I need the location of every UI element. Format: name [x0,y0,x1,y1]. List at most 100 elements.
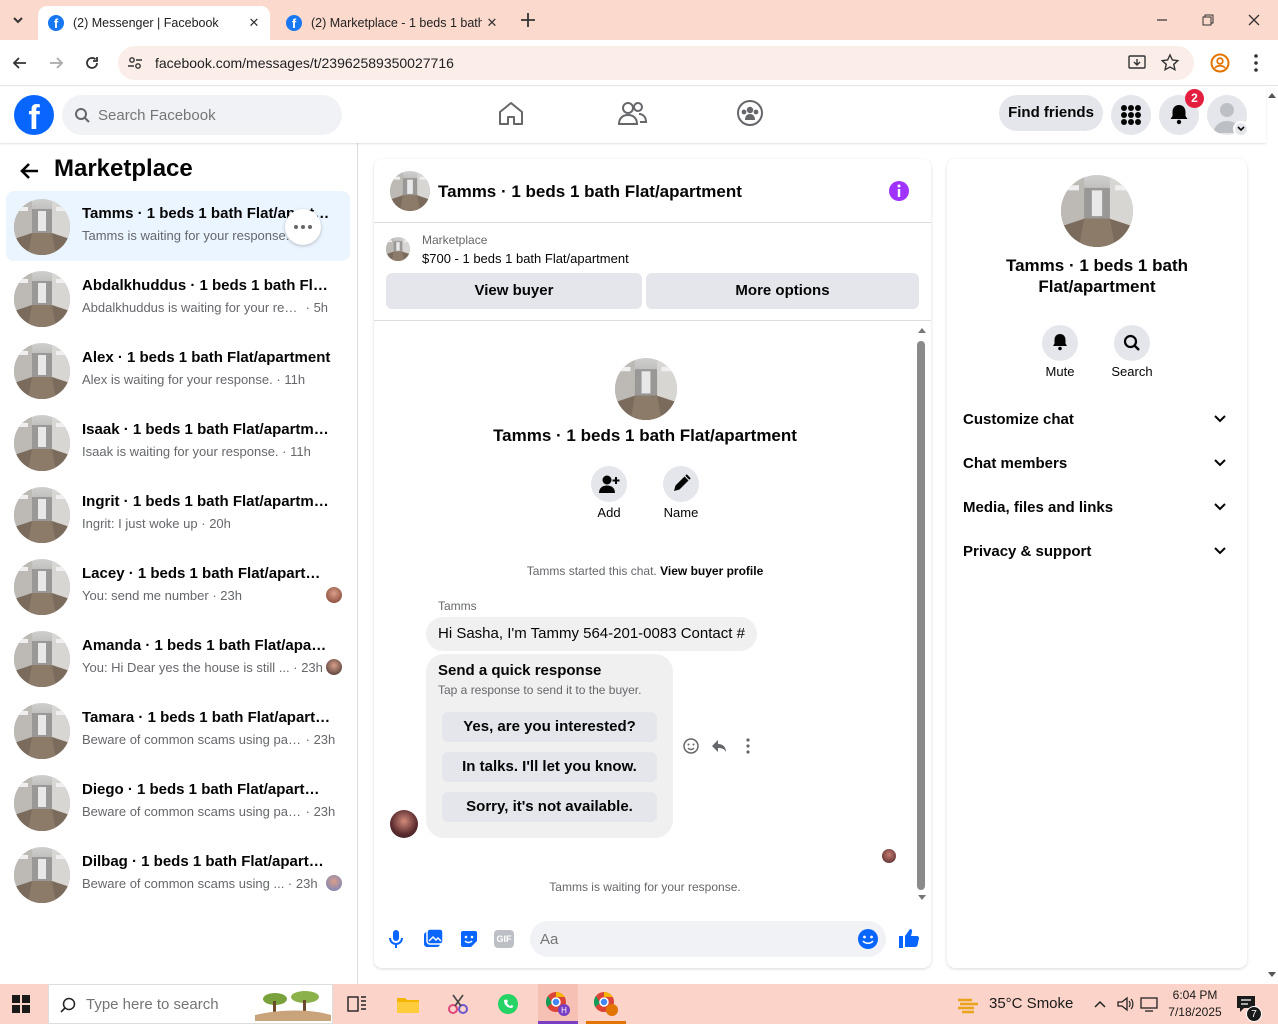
conversation-item[interactable]: Tamms · 1 beds 1 bath Flat/apartment Tamm… [6,191,350,261]
whatsapp-icon[interactable] [496,992,520,1016]
forward-icon[interactable] [46,53,66,73]
quick-response-button[interactable]: Yes, are you interested? [442,712,657,742]
reply-icon[interactable] [710,737,728,755]
page-scroll-down-icon[interactable] [1266,970,1278,980]
conversation-item[interactable]: Abdalkhuddus · 1 beds 1 bath Flat/apartm… [6,263,350,333]
gif-icon[interactable]: GIF [494,930,514,948]
conversation-thumbnail [14,199,70,255]
page-scroll-up-icon[interactable] [1266,90,1278,100]
conversation-item[interactable]: Alex · 1 beds 1 bath Flat/apartment Alex … [6,335,350,405]
conversation-item[interactable]: Tamara · 1 beds 1 bath Flat/apartment Bew… [6,695,350,765]
sender-avatar[interactable] [390,810,418,838]
site-settings-icon[interactable] [126,54,144,72]
tab-marketplace[interactable]: f (2) Marketplace - 1 beds 1 bath ✕ [276,6,508,40]
account-chevron-icon[interactable] [1233,121,1249,137]
search-box[interactable] [62,95,342,135]
conversation-item[interactable]: Ingrit · 1 beds 1 bath Flat/apartment Ing… [6,479,350,549]
friends-icon[interactable] [617,99,647,127]
menu-button[interactable] [1111,95,1151,135]
react-icon[interactable] [682,737,700,755]
conversation-item[interactable]: Diego · 1 beds 1 bath Flat/apartment Bewa… [6,767,350,837]
chrome-profile-h-icon[interactable]: H [538,984,578,1024]
conversation-item[interactable]: Lacey · 1 beds 1 bath Flat/apartment You:… [6,551,350,621]
back-arrow-icon[interactable] [18,159,42,183]
home-icon[interactable] [497,99,525,127]
close-window-icon[interactable] [1244,10,1264,30]
voice-clip-icon[interactable] [386,928,406,950]
install-app-icon[interactable] [1128,54,1148,72]
reload-icon[interactable] [82,53,102,73]
quick-response-button[interactable]: In talks. I'll let you know. [442,752,657,782]
conversation-options-button[interactable] [285,209,321,245]
message-bubble[interactable]: Hi Sasha, I'm Tammy 564-201-0083 Contact… [426,617,757,651]
bookmark-star-icon[interactable] [1160,53,1180,73]
chrome-profile-icon[interactable] [586,984,626,1024]
weather-text[interactable]: 35°C Smoke [989,995,1073,1012]
file-explorer-icon[interactable] [396,994,420,1014]
conversation-item[interactable]: Isaak · 1 beds 1 bath Flat/apartment Isaa… [6,407,350,477]
tab-close-icon[interactable]: ✕ [482,15,502,31]
conversation-item[interactable]: Dilbag · 1 beds 1 bath Flat/apartment Bew… [6,839,350,909]
details-section-row[interactable]: Media, files and links [963,490,1233,526]
new-tab-icon[interactable] [517,9,539,31]
details-section-row[interactable]: Privacy & support [963,534,1233,570]
chat-avatar[interactable] [390,171,430,211]
groups-icon[interactable] [736,99,764,127]
snipping-tool-icon[interactable] [446,992,470,1016]
view-buyer-profile-link[interactable]: View buyer profile [660,564,763,578]
tab-messenger[interactable]: f (2) Messenger | Facebook ✕ [38,6,270,40]
profile-icon[interactable] [1209,52,1231,74]
taskbar-search-input[interactable] [86,985,246,1023]
task-view-icon[interactable] [347,995,367,1013]
details-section-row[interactable]: Chat members [963,446,1233,482]
info-icon[interactable] [888,180,910,202]
address-bar[interactable]: facebook.com/messages/t/2396258935002771… [118,46,1194,80]
dot-separator: · [208,588,221,603]
message-composer[interactable] [530,921,886,957]
sender-name: Tamms [438,599,477,613]
attach-photo-icon[interactable] [422,928,444,950]
name-chat-button[interactable] [663,466,699,502]
clock[interactable]: 6:04 PM 7/18/2025 [1164,987,1226,1021]
quick-response-button[interactable]: Sorry, it's not available. [442,792,657,822]
listing-thumbnail[interactable] [386,237,410,261]
listing-title[interactable]: $700 - 1 beds 1 bath Flat/apartment [422,251,629,266]
tab-close-icon[interactable]: ✕ [244,15,264,31]
search-input[interactable] [98,95,328,135]
search-in-chat-button[interactable] [1114,325,1150,361]
facebook-logo-icon[interactable]: f [14,95,54,137]
view-buyer-button[interactable]: View buyer [386,273,642,309]
details-avatar[interactable] [1061,175,1133,247]
windows-start-icon[interactable] [12,995,30,1013]
find-friends-button[interactable]: Find friends [999,95,1103,131]
details-section-row[interactable]: Customize chat [963,402,1233,438]
add-people-button[interactable] [591,466,627,502]
search-icon [1123,334,1140,351]
back-icon[interactable] [10,53,30,73]
name-label: Name [663,505,699,520]
mute-button[interactable] [1042,325,1078,361]
minimize-icon[interactable] [1152,10,1172,30]
weather-icon[interactable] [956,994,982,1014]
tray-chevron-icon[interactable] [1092,996,1108,1012]
chat-title[interactable]: Tamms · 1 beds 1 bath Flat/apartment [438,182,742,202]
conversation-list-panel: Marketplace Tamms · 1 beds 1 bath Flat/a… [0,143,358,984]
volume-icon[interactable] [1116,995,1134,1013]
emoji-icon[interactable] [857,928,879,950]
more-actions-icon[interactable] [740,737,756,755]
tab-search-chevron-icon[interactable] [6,8,30,32]
network-icon[interactable] [1140,995,1158,1013]
conversation-item[interactable]: Amanda · 1 beds 1 bath Flat/apartment You… [6,623,350,693]
message-input[interactable] [540,921,840,957]
conversation-thumbnail [14,487,70,543]
chat-scrollbar-thumb[interactable] [917,341,925,890]
chat-scroll-down-icon[interactable] [916,894,928,902]
restore-icon[interactable] [1198,10,1218,30]
browser-menu-icon[interactable] [1246,52,1266,74]
taskbar-search[interactable] [48,984,333,1024]
thumbs-up-icon[interactable] [897,926,921,950]
sticker-icon[interactable] [458,928,480,950]
conversation-time: 5h [313,300,329,315]
chat-scroll-up-icon[interactable] [916,326,928,334]
more-options-button[interactable]: More options [646,273,919,309]
